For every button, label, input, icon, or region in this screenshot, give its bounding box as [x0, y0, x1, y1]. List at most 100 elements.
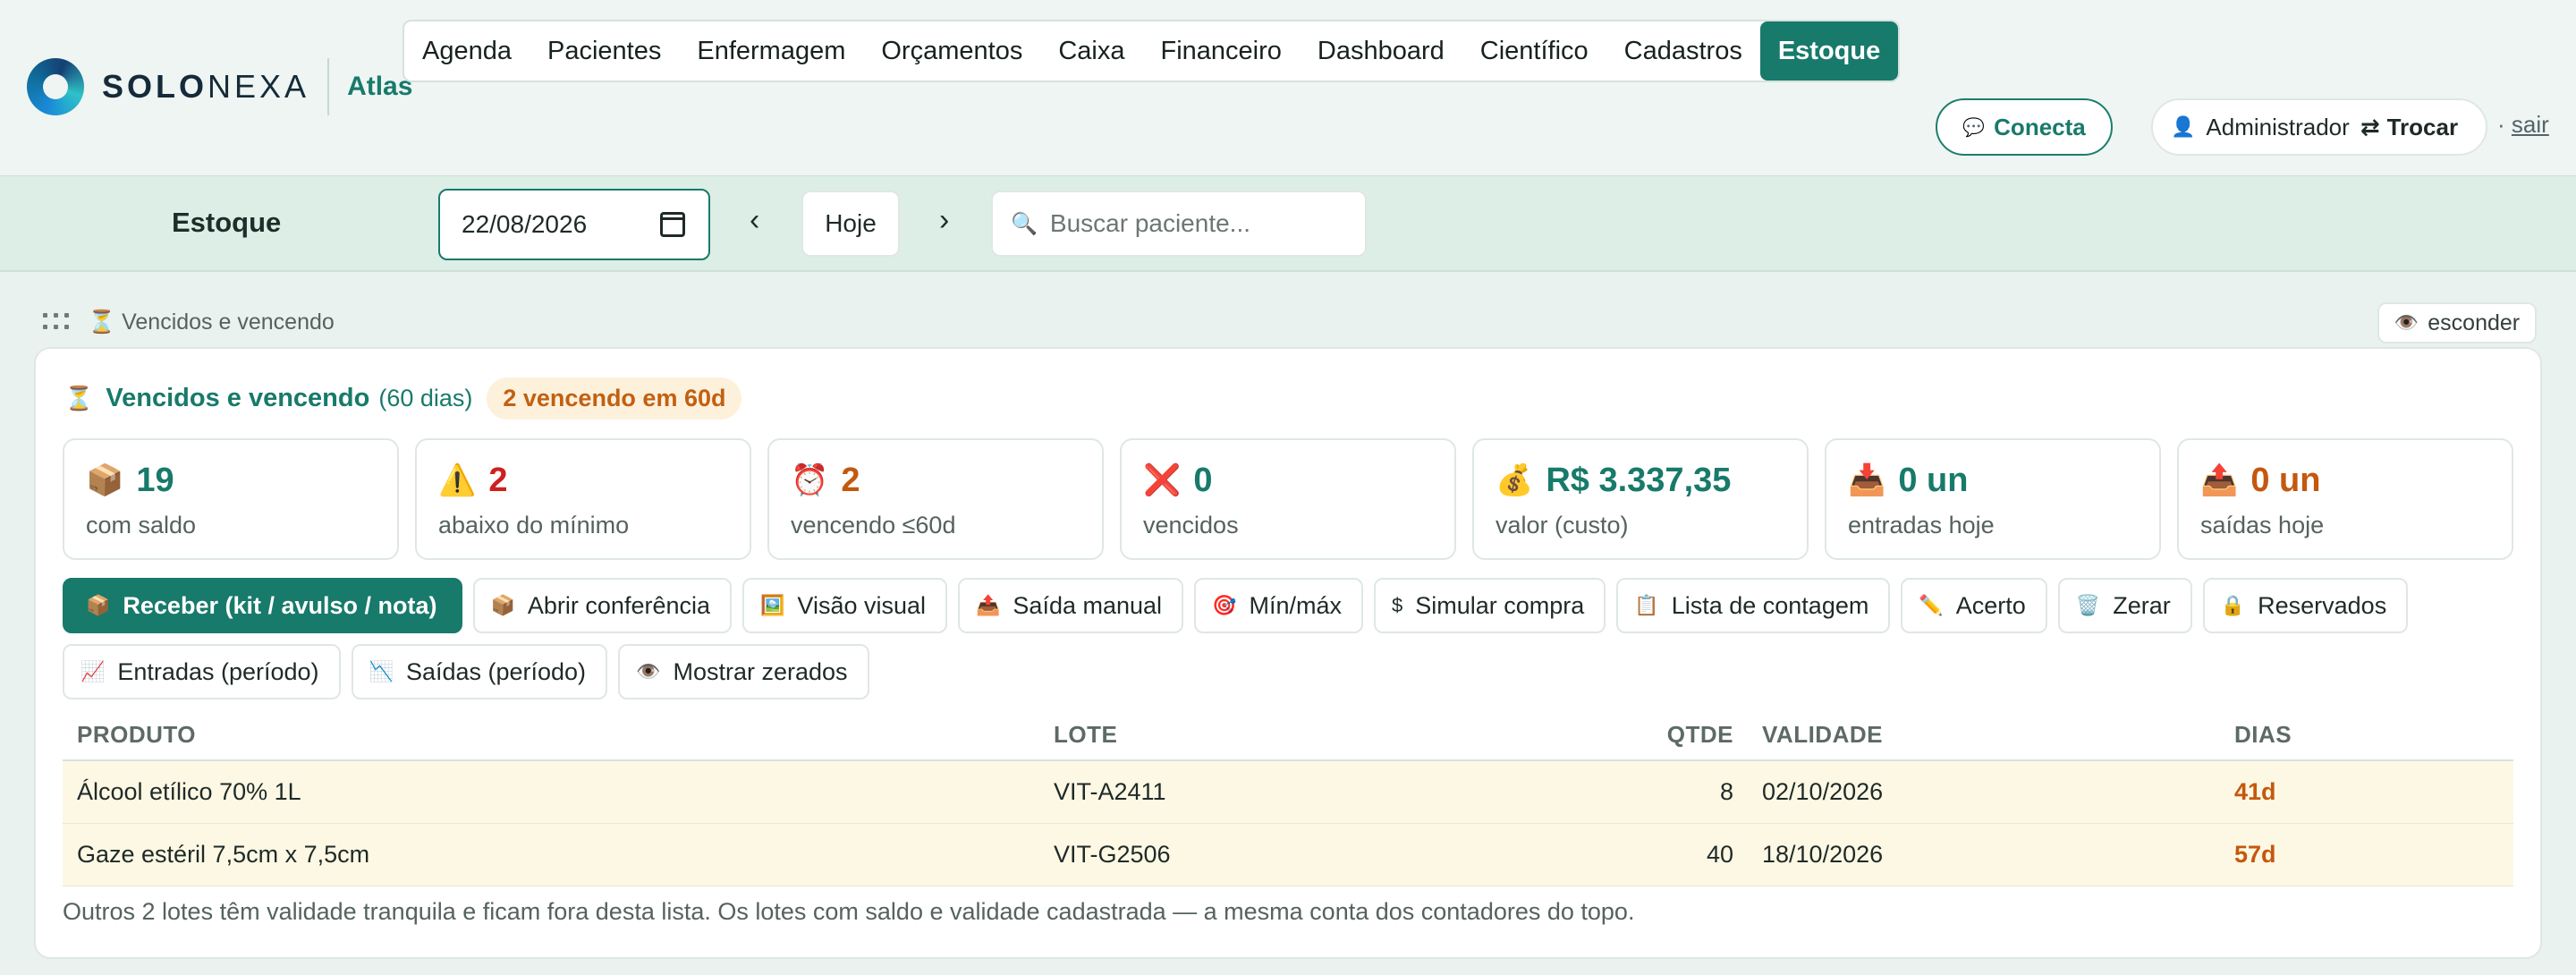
stat-label: vencidos	[1143, 512, 1239, 538]
abrir-conferencia-button[interactable]: 📦 Abrir conferência	[472, 578, 733, 633]
column-header-qtde[interactable]: QTDE	[1585, 710, 1748, 761]
logout-link[interactable]: sair	[2512, 111, 2549, 138]
picture-icon: 🖼️	[760, 594, 785, 616]
cross-icon: ❌	[1143, 463, 1182, 497]
logout-area: · sair	[2497, 111, 2549, 139]
nav-item-agenda[interactable]: Agenda	[404, 21, 530, 81]
lista-de-contagem-button[interactable]: 📋 Lista de contagem	[1616, 578, 1891, 633]
nav-item-cadastros[interactable]: Cadastros	[1606, 21, 1760, 81]
column-header-dias[interactable]: DIAS	[2220, 710, 2513, 761]
chart-up-icon: 📈	[80, 660, 106, 682]
drag-handle-icon[interactable]	[43, 313, 70, 333]
conecta-label: Conecta	[1994, 113, 2086, 140]
reservados-button[interactable]: 🔒 Reservados	[2202, 578, 2409, 633]
receber-kit-avulso-nota-button[interactable]: 📦 Receber (kit / avulso / nota)	[63, 578, 462, 633]
nav-item-caixa[interactable]: Caixa	[1040, 21, 1142, 81]
inbox-icon: 📥	[1848, 463, 1886, 497]
panel-range: (60 dias)	[378, 384, 473, 411]
entradas-periodo-button[interactable]: 📈 Entradas (período)	[63, 644, 341, 699]
search-input[interactable]	[1049, 209, 1345, 238]
simular-compra-button[interactable]: $ Simular compra	[1373, 578, 1606, 633]
saidas-periodo-button[interactable]: 📉 Saídas (período)	[351, 644, 608, 699]
column-header-produto[interactable]: PRODUTO	[63, 710, 1039, 761]
nav-item-dashboard[interactable]: Dashboard	[1300, 21, 1462, 81]
mostrar-zerados-button[interactable]: 👁️ Mostrar zerados	[618, 644, 869, 699]
stat-card[interactable]: ❌ 0 vencidos	[1120, 438, 1456, 560]
switch-user-button[interactable]: Trocar	[2387, 114, 2459, 141]
action-label: Acerto	[1955, 591, 2026, 619]
money-bag-icon: 💰	[1496, 463, 1534, 497]
hide-widget-button[interactable]: 👁️ esconder	[2377, 302, 2537, 343]
stat-card[interactable]: 📤 0 un saídas hoje	[2177, 438, 2513, 560]
stat-value: 19	[136, 461, 174, 499]
stat-card[interactable]: 💰 R$ 3.337,35 valor (custo)	[1472, 438, 1809, 560]
visao-visual-button[interactable]: 🖼️ Visão visual	[742, 578, 948, 633]
column-header-lote[interactable]: LOTE	[1039, 710, 1585, 761]
nav-item-estoque[interactable]: Estoque	[1759, 21, 1899, 81]
box-icon: 📦	[86, 594, 111, 616]
conecta-button[interactable]: 💬 Conecta	[1936, 98, 2113, 156]
stat-card[interactable]: ⏰ 2 vencendo ≤60d	[767, 438, 1104, 560]
action-label: Receber (kit / avulso / nota)	[123, 591, 437, 619]
nav-item-financeiro[interactable]: Financeiro	[1142, 21, 1299, 81]
stat-label: abaixo do mínimo	[438, 512, 630, 538]
box-icon: 📦	[86, 463, 124, 497]
action-label: Saídas (período)	[405, 657, 587, 685]
brand-name: SOLONEXA	[102, 68, 309, 106]
stat-cards: 📦 19 com saldo ⚠️ 2 abaixo do mínimo ⏰ 2 vencend…	[63, 438, 2513, 560]
column-header-validade[interactable]: VALIDADE	[1748, 710, 2220, 761]
dollar-icon: $	[1391, 594, 1403, 616]
stat-label: valor (custo)	[1496, 512, 1629, 538]
min-max-button[interactable]: 🎯 Mín/máx	[1194, 578, 1363, 633]
cell-lote: VIT-G2506	[1039, 823, 1585, 886]
zerar-button[interactable]: 🗑️ Zerar	[2057, 578, 2192, 633]
table-footnote: Outros 2 lotes têm validade tranquila e …	[63, 898, 1635, 925]
user-switcher: 👤 Administrador ⇄ Trocar	[2151, 98, 2487, 156]
brand-logo[interactable]: SOLONEXA Atlas	[27, 55, 412, 118]
page-title: Estoque	[172, 207, 282, 238]
nav-item-enfermagem[interactable]: Enfermagem	[679, 21, 863, 81]
patient-search: 🔍	[991, 191, 1367, 257]
page-toolbar: Estoque 22/08/2026 ‹ Hoje › 🔍	[0, 175, 2576, 272]
logo-divider	[327, 58, 330, 115]
calendar-icon[interactable]	[660, 212, 685, 237]
saida-manual-button[interactable]: 📤 Saída manual	[958, 578, 1184, 633]
stat-value: 0 un	[2250, 461, 2321, 499]
stat-value: 2	[841, 461, 860, 499]
date-value: 22/08/2026	[462, 210, 588, 238]
eye-icon: 👁️	[636, 660, 661, 682]
hide-widget-label: esconder	[2428, 309, 2521, 335]
acerto-button[interactable]: ✏️ Acerto	[1901, 578, 2047, 633]
nav-item-cientifico[interactable]: Científico	[1462, 21, 1606, 81]
stat-label: vencendo ≤60d	[791, 512, 956, 538]
outbox-icon: 📤	[976, 594, 1001, 616]
stat-value: 0 un	[1898, 461, 1969, 499]
trash-icon: 🗑️	[2075, 594, 2101, 616]
today-button[interactable]: Hoje	[801, 191, 900, 257]
date-field[interactable]: 22/08/2026	[438, 189, 710, 260]
eye-icon: 👁️	[2394, 311, 2419, 334]
widget-label: ⏳ Vencidos e vencendo	[88, 309, 335, 335]
stat-card[interactable]: 📦 19 com saldo	[63, 438, 399, 560]
hourglass-icon: ⏳	[88, 309, 116, 335]
stat-value-row: ❌ 0	[1143, 460, 1454, 501]
stat-value-row: ⚠️ 2	[438, 460, 750, 501]
stat-value: 2	[488, 461, 508, 499]
cell-produto: Álcool etílico 70% 1L	[63, 760, 1039, 824]
pencil-icon: ✏️	[1919, 594, 1944, 616]
stat-card[interactable]: 📥 0 un entradas hoje	[1825, 438, 2161, 560]
table-row[interactable]: Álcool etílico 70% 1L VIT-A2411 8 02/10/202…	[63, 760, 2513, 824]
stat-card[interactable]: ⚠️ 2 abaixo do mínimo	[415, 438, 751, 560]
cell-qtde: 40	[1585, 823, 1748, 886]
table-row[interactable]: Gaze estéril 7,5cm x 7,5cm VIT-G2506 40 18/…	[63, 823, 2513, 886]
cell-dias: 57d	[2220, 823, 2513, 886]
next-day-button[interactable]: ›	[939, 203, 949, 238]
stat-value-row: ⏰ 2	[791, 460, 1102, 501]
previous-day-button[interactable]: ‹	[750, 203, 759, 238]
cell-dias: 41d	[2220, 760, 2513, 824]
nav-item-orcamentos[interactable]: Orçamentos	[863, 21, 1040, 81]
cell-qtde: 8	[1585, 760, 1748, 824]
nav-item-pacientes[interactable]: Pacientes	[530, 21, 679, 81]
cell-lote: VIT-A2411	[1039, 760, 1585, 824]
action-label: Reservados	[2258, 591, 2387, 619]
